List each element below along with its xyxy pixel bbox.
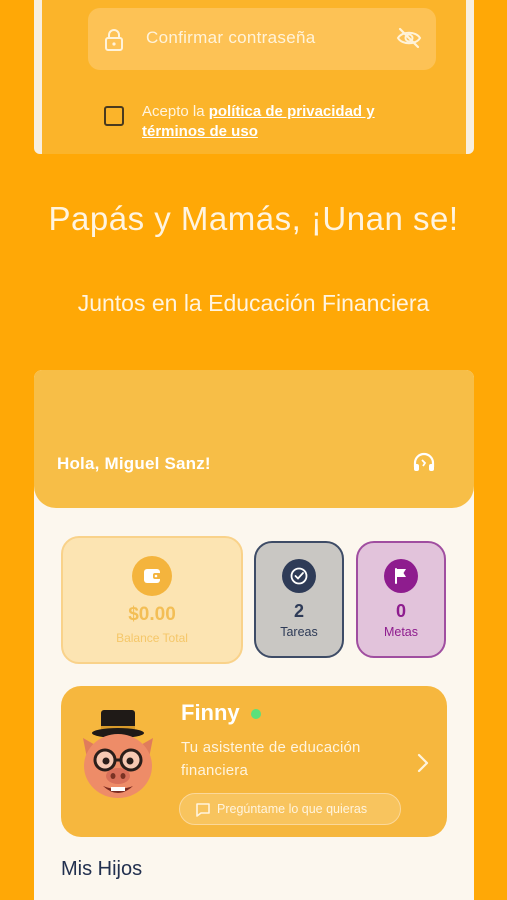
ask-finny-label: Pregúntame lo que quieras: [217, 802, 368, 816]
flag-icon: [384, 559, 418, 593]
finny-name: Finny: [181, 700, 240, 725]
balance-card[interactable]: $0.00 Balance Total: [61, 536, 243, 664]
chevron-right-icon[interactable]: [416, 752, 430, 779]
eye-off-icon[interactable]: [396, 26, 422, 54]
confirm-password-field[interactable]: Confirmar contraseña: [88, 8, 436, 70]
hero-title: Papás y Mamás, ¡Unan se!: [48, 200, 459, 237]
check-circle-icon: [282, 559, 316, 593]
app-header: Hola, Miguel Sanz!: [34, 370, 474, 508]
register-card-body: Confirmar contraseña Acepto la política …: [42, 0, 466, 154]
register-card: Confirmar contraseña Acepto la política …: [34, 0, 474, 154]
tasks-value: 2: [293, 601, 304, 621]
online-status-dot: [251, 709, 261, 719]
children-heading: Mis Hijos: [61, 858, 143, 880]
tasks-label: Tareas: [280, 625, 318, 639]
terms-prefix: Acepto la: [142, 103, 209, 120]
goals-card[interactable]: 0 Metas: [356, 541, 446, 658]
finny-description: Tu asistente de educación financiera: [181, 739, 361, 779]
goals-label: Metas: [383, 625, 419, 639]
balance-label: Balance Total: [116, 631, 188, 645]
hero-subtitle: Juntos en la Educación Financiera: [77, 290, 430, 316]
app-preview: Hola, Miguel Sanz! $0.00 Balance Total 2…: [34, 370, 474, 900]
balance-value: $0.00: [128, 604, 176, 625]
tasks-card[interactable]: 2 Tareas: [254, 541, 344, 658]
wallet-icon: [132, 556, 172, 596]
greeting: Hola, Miguel Sanz!: [57, 454, 211, 473]
chat-bubble-icon: [195, 802, 211, 823]
terms-text: Acepto la política de privacidad y térmi…: [142, 102, 422, 142]
terms-checkbox[interactable]: [104, 106, 124, 126]
confirm-password-placeholder: Confirmar contraseña: [146, 28, 316, 47]
ask-finny-button[interactable]: Pregúntame lo que quieras: [179, 793, 401, 825]
finny-assistant-card[interactable]: Finny Tu asistente de educación financie…: [61, 686, 447, 837]
pig-mascot-avatar: [73, 708, 163, 813]
goals-value: 0: [395, 601, 406, 621]
support-icon[interactable]: [411, 450, 437, 480]
lock-icon: [104, 28, 124, 56]
